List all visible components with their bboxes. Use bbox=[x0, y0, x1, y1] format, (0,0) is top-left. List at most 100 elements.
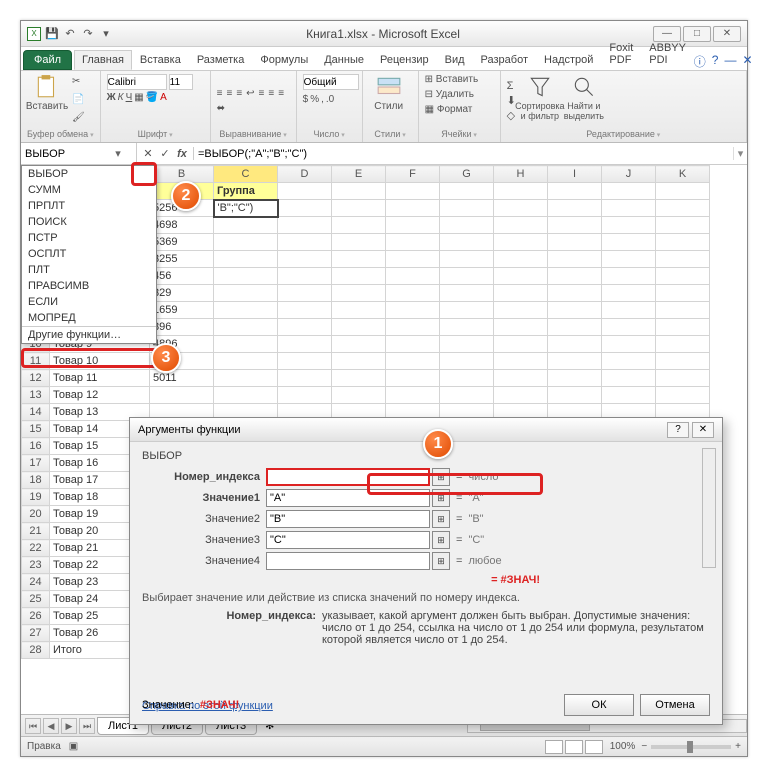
view-pagebreak-icon[interactable] bbox=[585, 740, 603, 754]
cell[interactable] bbox=[214, 319, 278, 336]
cancel-button[interactable]: Отмена bbox=[640, 694, 710, 716]
arg-input[interactable] bbox=[266, 531, 430, 549]
cell[interactable] bbox=[494, 387, 548, 404]
cell[interactable]: 329 bbox=[150, 285, 214, 302]
paste-button[interactable]: Вставить bbox=[27, 74, 67, 128]
cell[interactable] bbox=[332, 387, 386, 404]
cell[interactable] bbox=[494, 285, 548, 302]
arg-input[interactable] bbox=[266, 552, 430, 570]
insert-cells[interactable]: ⊞ Вставить bbox=[425, 74, 494, 85]
cell[interactable] bbox=[440, 200, 494, 217]
cell[interactable] bbox=[602, 319, 656, 336]
cell[interactable] bbox=[494, 302, 548, 319]
cell[interactable] bbox=[602, 234, 656, 251]
cell[interactable] bbox=[278, 336, 332, 353]
cell[interactable] bbox=[440, 336, 494, 353]
row-header[interactable]: 19 bbox=[22, 489, 50, 506]
cell[interactable] bbox=[548, 319, 602, 336]
row-header[interactable]: 28 bbox=[22, 642, 50, 659]
font-color-icon[interactable]: A bbox=[160, 92, 167, 103]
tab-abbyy[interactable]: ABBYY PDI bbox=[641, 38, 694, 70]
font-name[interactable] bbox=[107, 74, 167, 90]
col-header[interactable]: C bbox=[214, 166, 278, 183]
row-header[interactable]: 27 bbox=[22, 625, 50, 642]
zoom-out-icon[interactable]: − bbox=[641, 741, 647, 752]
cell[interactable] bbox=[494, 234, 548, 251]
cell[interactable] bbox=[494, 200, 548, 217]
cell[interactable] bbox=[548, 302, 602, 319]
row-header[interactable]: 24 bbox=[22, 574, 50, 591]
cell[interactable] bbox=[494, 183, 548, 200]
cell[interactable] bbox=[386, 336, 440, 353]
inc-dec-icon[interactable]: .0 bbox=[326, 94, 334, 105]
cell[interactable] bbox=[494, 353, 548, 370]
cell[interactable] bbox=[548, 217, 602, 234]
sort-filter-button[interactable]: Сортировка и фильтр bbox=[520, 74, 560, 128]
cell[interactable] bbox=[656, 319, 710, 336]
cell[interactable]: Товар 10 bbox=[50, 353, 150, 370]
row-header[interactable]: 17 bbox=[22, 455, 50, 472]
cell[interactable] bbox=[332, 251, 386, 268]
dialog-scrollbar[interactable] bbox=[702, 448, 716, 568]
cell[interactable] bbox=[278, 319, 332, 336]
zoom-level[interactable]: 100% bbox=[610, 741, 636, 752]
cell[interactable] bbox=[214, 217, 278, 234]
formula-expand-icon[interactable]: ▾ bbox=[733, 147, 747, 160]
cell[interactable] bbox=[602, 302, 656, 319]
cell[interactable] bbox=[332, 285, 386, 302]
cell[interactable] bbox=[548, 268, 602, 285]
cell[interactable] bbox=[602, 336, 656, 353]
cell[interactable] bbox=[332, 200, 386, 217]
cell[interactable] bbox=[278, 370, 332, 387]
fn-option[interactable]: МОПРЕД bbox=[22, 310, 156, 326]
name-box-input[interactable] bbox=[25, 148, 111, 160]
cell[interactable] bbox=[656, 387, 710, 404]
tab-data[interactable]: Данные bbox=[316, 50, 372, 70]
cell[interactable] bbox=[278, 251, 332, 268]
arg-input[interactable] bbox=[266, 468, 430, 486]
cell[interactable] bbox=[656, 336, 710, 353]
cell[interactable] bbox=[278, 268, 332, 285]
cell[interactable] bbox=[548, 336, 602, 353]
cell[interactable] bbox=[494, 336, 548, 353]
cell[interactable] bbox=[548, 353, 602, 370]
view-layout-icon[interactable] bbox=[565, 740, 583, 754]
align-tc-icon[interactable]: ≡ bbox=[226, 88, 232, 99]
row-header[interactable]: 23 bbox=[22, 557, 50, 574]
cell[interactable] bbox=[440, 217, 494, 234]
help-icon[interactable]: ? bbox=[712, 53, 719, 70]
cell[interactable] bbox=[386, 251, 440, 268]
cell[interactable] bbox=[656, 353, 710, 370]
row-header[interactable]: 25 bbox=[22, 591, 50, 608]
cell[interactable] bbox=[602, 353, 656, 370]
row-header[interactable]: 15 bbox=[22, 421, 50, 438]
cell[interactable] bbox=[656, 183, 710, 200]
cell[interactable]: Товар 12 bbox=[50, 387, 150, 404]
autosum-icon[interactable]: Σ bbox=[507, 80, 516, 92]
align-r-icon[interactable]: ≡ bbox=[278, 88, 284, 99]
cell[interactable] bbox=[386, 387, 440, 404]
fn-more-functions[interactable]: Другие функции… bbox=[22, 326, 156, 343]
cell[interactable] bbox=[602, 200, 656, 217]
cell[interactable] bbox=[494, 319, 548, 336]
zoom-in-icon[interactable]: + bbox=[735, 741, 741, 752]
cell[interactable] bbox=[386, 319, 440, 336]
cell[interactable] bbox=[332, 183, 386, 200]
row-header[interactable]: 13 bbox=[22, 387, 50, 404]
row-header[interactable]: 14 bbox=[22, 404, 50, 421]
cell[interactable] bbox=[214, 302, 278, 319]
range-select-icon[interactable]: ⊞ bbox=[432, 531, 450, 549]
cell[interactable]: 456 bbox=[150, 268, 214, 285]
tab-developer[interactable]: Разработ bbox=[473, 50, 536, 70]
tab-formulas[interactable]: Формулы bbox=[252, 50, 316, 70]
styles-button[interactable]: Стили bbox=[369, 74, 409, 128]
cell[interactable] bbox=[278, 234, 332, 251]
cell[interactable] bbox=[386, 217, 440, 234]
cell[interactable] bbox=[602, 285, 656, 302]
currency-icon[interactable]: $ bbox=[303, 94, 309, 105]
cell[interactable] bbox=[602, 183, 656, 200]
fn-option[interactable]: ПЛТ bbox=[22, 262, 156, 278]
tab-view[interactable]: Вид bbox=[437, 50, 473, 70]
cell[interactable] bbox=[386, 234, 440, 251]
macro-rec-icon[interactable]: ▣ bbox=[69, 741, 78, 752]
